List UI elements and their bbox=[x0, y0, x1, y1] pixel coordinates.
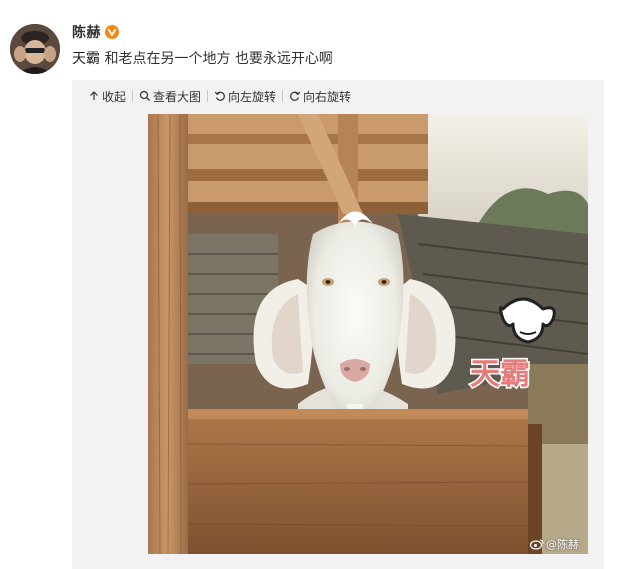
media-toolbar: 收起 查看大图 向左旋转 向右旋转 bbox=[88, 86, 357, 106]
rotate-left-button[interactable]: 向左旋转 bbox=[214, 88, 282, 105]
post-text-highlight: 天霸 bbox=[72, 51, 100, 67]
rotate-right-label: 向右旋转 bbox=[303, 89, 352, 104]
username-row: 陈赫 bbox=[72, 22, 119, 42]
rotate-right-button[interactable]: 向右旋转 bbox=[289, 88, 357, 105]
post-photo[interactable]: 天霸 bbox=[148, 114, 588, 554]
collapse-label: 收起 bbox=[102, 89, 127, 104]
watermark-text: @陈赫 bbox=[546, 538, 579, 551]
username[interactable]: 陈赫 bbox=[72, 22, 101, 42]
magnifier-icon bbox=[139, 90, 150, 101]
rotate-left-icon bbox=[214, 91, 225, 101]
photo-sticker-text: 天霸 bbox=[470, 357, 530, 392]
view-large-label: 查看大图 bbox=[153, 89, 202, 104]
toolbar-divider bbox=[282, 90, 284, 102]
weibo-logo-icon bbox=[530, 539, 544, 550]
avatar-image bbox=[10, 24, 60, 74]
toolbar-divider bbox=[132, 90, 134, 102]
post-text-body: 和老点在另一个地方 也要永远开心啊 bbox=[100, 51, 333, 67]
view-large-button[interactable]: 查看大图 bbox=[139, 88, 207, 105]
photo-watermark: @陈赫 bbox=[530, 536, 579, 552]
post-text: 天霸 和老点在另一个地方 也要永远开心啊 bbox=[72, 48, 333, 68]
avatar[interactable] bbox=[10, 24, 60, 74]
toolbar-divider bbox=[207, 90, 209, 102]
verified-v-badge-icon bbox=[105, 25, 119, 39]
rotate-left-label: 向左旋转 bbox=[228, 89, 277, 104]
collapse-button[interactable]: 收起 bbox=[88, 88, 132, 105]
goat-photo-illustration: 天霸 bbox=[148, 114, 588, 554]
collapse-arrow-icon bbox=[90, 91, 98, 100]
rotate-right-icon bbox=[290, 91, 301, 101]
